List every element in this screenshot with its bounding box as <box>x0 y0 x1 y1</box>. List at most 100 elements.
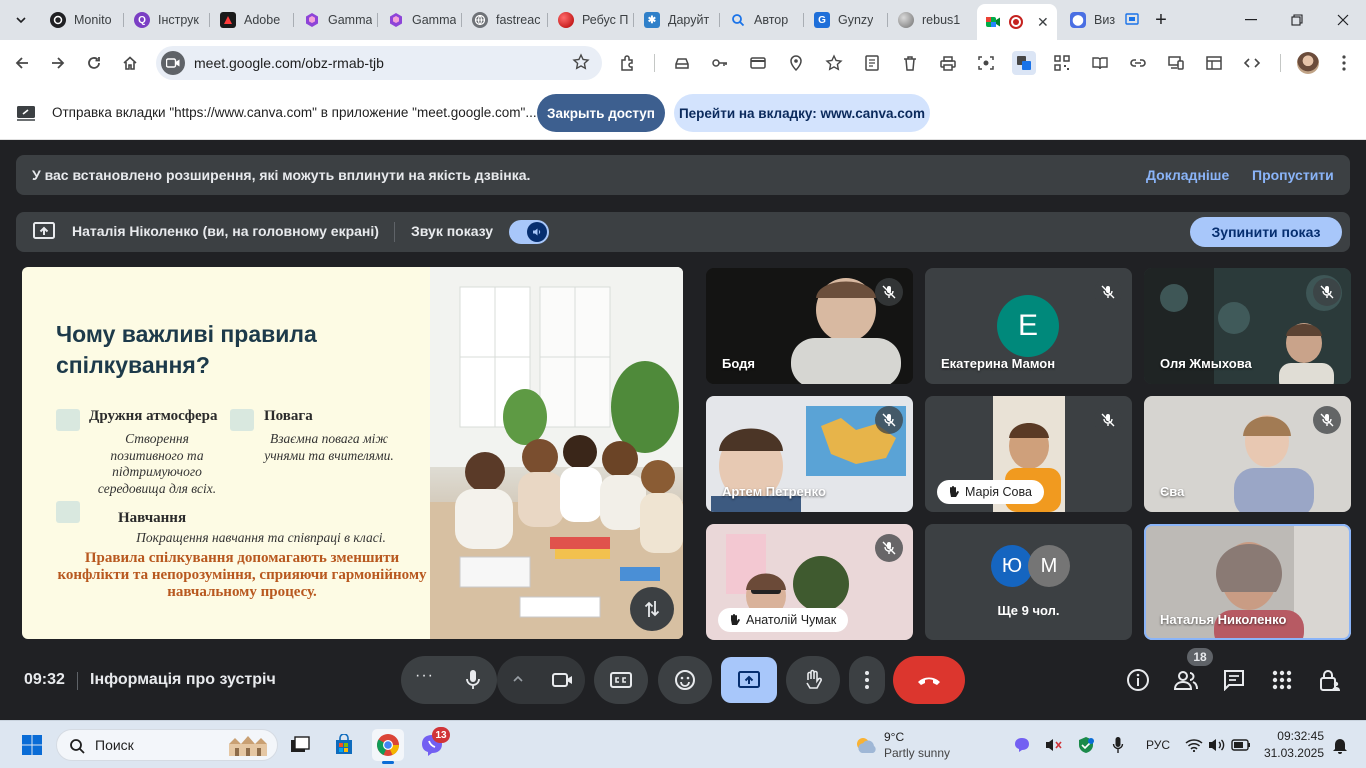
browser-tab[interactable]: rebus1 <box>888 6 976 34</box>
raise-hand-button[interactable] <box>786 656 840 704</box>
volume-mute-icon[interactable] <box>1044 735 1064 755</box>
participant-tile[interactable]: Єва <box>1144 396 1351 512</box>
ext-qr-button[interactable] <box>1050 51 1074 75</box>
meeting-info-label[interactable]: Інформація про зустріч <box>90 671 276 689</box>
host-controls-button[interactable] <box>1316 666 1344 694</box>
participant-tile[interactable]: Оля Жмыхова <box>1144 268 1351 384</box>
browser-tab[interactable]: Автор <box>720 6 804 34</box>
task-view-button[interactable] <box>284 729 316 761</box>
participant-tile[interactable]: Бодя <box>706 268 913 384</box>
minimize-button[interactable] <box>1228 0 1274 40</box>
participant-tile[interactable]: Анатолій Чумак <box>706 524 913 640</box>
ext-location-button[interactable] <box>784 51 808 75</box>
learn-more-link[interactable]: Докладніше <box>1146 167 1229 183</box>
leave-call-button[interactable] <box>893 656 965 704</box>
viber-tray-icon[interactable] <box>1012 735 1032 755</box>
ext-screenshot-button[interactable] <box>974 51 998 75</box>
present-now-button[interactable] <box>721 657 777 703</box>
reading-mode-button[interactable] <box>1088 51 1112 75</box>
profile-avatar[interactable] <box>1296 51 1320 75</box>
video-settings-button[interactable] <box>511 672 525 691</box>
more-options-button[interactable] <box>849 656 885 704</box>
weather-description[interactable]: Partly sunny <box>884 746 950 760</box>
browser-tab[interactable]: fastreac <box>462 6 548 34</box>
browser-menu-button[interactable] <box>1332 51 1356 75</box>
new-tab-button[interactable]: + <box>1146 0 1176 40</box>
bookmark-star-icon[interactable] <box>572 53 590 76</box>
system-time[interactable]: 09:32:45 <box>1266 729 1324 743</box>
browser-tab[interactable]: Gamma <box>378 6 462 34</box>
close-window-button[interactable] <box>1320 0 1366 40</box>
ext-star-button[interactable] <box>822 51 846 75</box>
ext-card-button[interactable] <box>746 51 770 75</box>
swap-layout-button[interactable] <box>630 587 674 631</box>
stop-presenting-button[interactable]: Зупинити показ <box>1190 217 1342 247</box>
taskbar-search[interactable]: Поиск <box>56 729 278 761</box>
notification-bell-icon[interactable] <box>1330 735 1350 755</box>
mic-off-icon <box>1094 278 1122 306</box>
browser-tab[interactable]: Monito <box>40 6 124 34</box>
microphone-button[interactable] <box>449 656 497 704</box>
back-button[interactable] <box>10 51 34 75</box>
stop-sharing-button[interactable]: Закрыть доступ <box>537 94 665 132</box>
wifi-icon[interactable] <box>1184 735 1204 755</box>
activities-button[interactable] <box>1268 666 1296 694</box>
participant-tile[interactable]: Е Екатерина Мамон <box>925 268 1132 384</box>
input-language[interactable]: РУС <box>1146 738 1170 752</box>
participant-tile-self[interactable]: Наталья Николенко <box>1144 524 1351 640</box>
weather-temperature[interactable]: 9°C <box>884 730 904 744</box>
ext-translate-button[interactable] <box>1012 51 1036 75</box>
restore-button[interactable] <box>1274 0 1320 40</box>
browser-tab[interactable]: Adobe <box>210 6 294 34</box>
browser-tab[interactable]: G Gynzy <box>804 6 888 34</box>
ext-link-button[interactable] <box>1126 51 1150 75</box>
browser-tab[interactable]: ⬤ Виз <box>1060 6 1144 34</box>
close-icon[interactable]: ✕ <box>1037 14 1049 31</box>
go-to-tab-button[interactable]: Перейти на вкладку: www.canva.com <box>674 94 930 132</box>
browser-tab[interactable]: ✱ Даруйт <box>634 6 720 34</box>
meeting-details-button[interactable] <box>1124 666 1152 694</box>
participant-tile[interactable]: Марія Сова <box>925 396 1132 512</box>
microsoft-store-button[interactable] <box>328 729 360 761</box>
browser-tab[interactable]: Ребус П <box>548 6 634 34</box>
ext-print-button[interactable] <box>936 51 960 75</box>
reload-button[interactable] <box>82 51 106 75</box>
url-text[interactable]: meet.google.com/obz-rmab-tjb <box>194 55 384 71</box>
ext-devices-button[interactable] <box>1164 51 1188 75</box>
start-button[interactable] <box>16 729 48 761</box>
more-participants-tile[interactable]: Ю М Ще 9 чол. <box>925 524 1132 640</box>
browser-tab-active[interactable]: ✕ <box>977 4 1057 40</box>
forward-button[interactable] <box>46 51 70 75</box>
ext-key-button[interactable] <box>708 51 732 75</box>
ext-code-button[interactable] <box>1240 51 1264 75</box>
ext-table-button[interactable] <box>1202 51 1226 75</box>
ext-notes-button[interactable] <box>860 51 884 75</box>
browser-tab[interactable]: Gamma <box>294 6 378 34</box>
home-button[interactable] <box>118 51 142 75</box>
captions-button[interactable] <box>594 656 648 704</box>
extensions-button[interactable] <box>616 51 640 75</box>
browser-tab[interactable]: Q Інструк <box>124 6 210 34</box>
people-button[interactable] <box>1172 666 1200 694</box>
tab-search-button[interactable] <box>8 8 34 32</box>
chrome-taskbar-button[interactable] <box>372 729 404 764</box>
address-bar[interactable]: meet.google.com/obz-rmab-tjb <box>156 46 602 80</box>
reactions-button[interactable] <box>658 656 712 704</box>
slide-item-desc: Покращення навчання та співпраці в класі… <box>136 530 386 545</box>
camera-button[interactable] <box>541 656 585 704</box>
camera-icon[interactable] <box>161 51 185 75</box>
participant-tile[interactable]: Артем Петренко <box>706 396 913 512</box>
microphone-icon[interactable] <box>1108 735 1128 755</box>
audio-settings-button[interactable]: ··· <box>415 667 434 685</box>
security-shield-icon[interactable] <box>1076 735 1096 755</box>
puzzle-icon: ✱ <box>644 12 660 28</box>
ext-car-button[interactable] <box>670 51 694 75</box>
system-date[interactable]: 31.03.2025 <box>1258 746 1324 760</box>
battery-icon[interactable] <box>1231 735 1251 755</box>
extension-warning-text: У вас встановлено розширення, які можуть… <box>32 167 531 183</box>
chat-button[interactable] <box>1220 666 1248 694</box>
share-audio-toggle[interactable] <box>509 220 549 244</box>
speaker-icon[interactable] <box>1207 735 1227 755</box>
skip-link[interactable]: Пропустити <box>1252 167 1334 183</box>
ext-trash-button[interactable] <box>898 51 922 75</box>
